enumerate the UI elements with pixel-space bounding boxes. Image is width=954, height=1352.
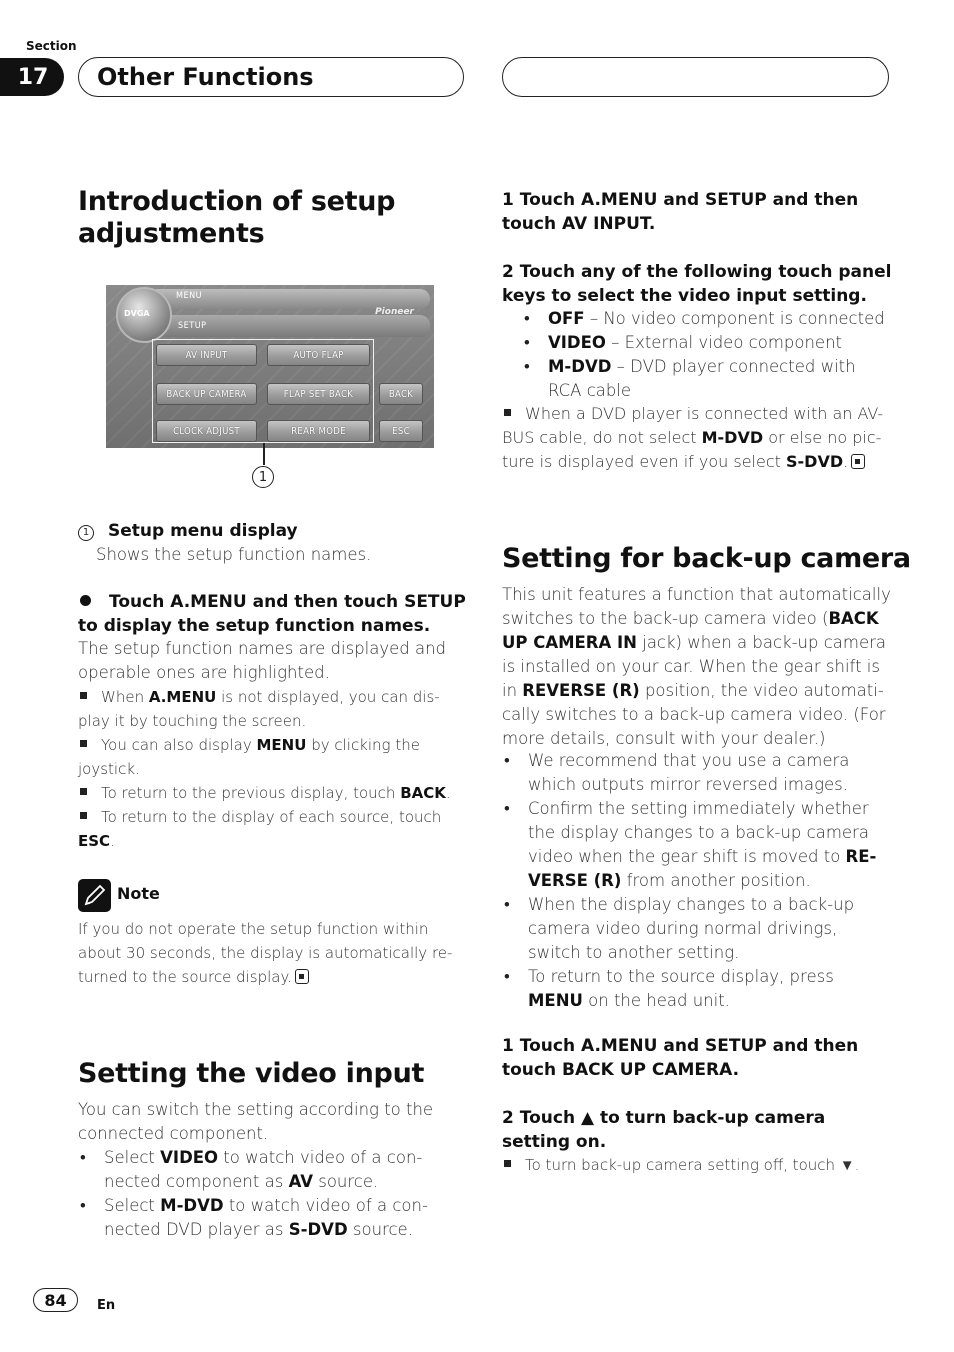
square-bullet-icon xyxy=(80,692,87,699)
section-number-badge: 17 xyxy=(0,58,64,96)
list-item: Select M-DVD to watch video of a con-nec… xyxy=(78,1194,448,1242)
backup-camera-tip: To turn back-up camera setting off, touc… xyxy=(502,1153,894,1177)
callout-desc: Shows the setup function names. xyxy=(96,545,372,564)
backup-camera-step-1: 1 Touch A.MENU and SETUP and then touch … xyxy=(502,1036,859,1080)
video-input-bullets: Select VIDEO to watch video of a con-nec… xyxy=(78,1146,448,1242)
square-bullet-icon xyxy=(504,1160,511,1167)
video-input-warning: When a DVD player is connected with an A… xyxy=(502,404,884,471)
video-input-intro: You can switch the setting according to … xyxy=(78,1100,434,1143)
callout-title: Setup menu display xyxy=(108,521,298,541)
language-label: En xyxy=(97,1298,116,1313)
intro-heading-line2: adjustments xyxy=(78,218,265,249)
av-input-button[interactable]: AV INPUT xyxy=(156,344,257,366)
section-label: Section xyxy=(26,39,77,53)
back-button[interactable]: BACK xyxy=(379,383,423,405)
square-bullet-icon xyxy=(80,740,87,747)
rear-mode-button[interactable]: REAR MODE xyxy=(267,420,370,442)
list-item: Select VIDEO to watch video of a con-nec… xyxy=(78,1146,448,1194)
screen-menu-label: MENU xyxy=(176,291,203,301)
list-item: Confirm the setting immediately whether … xyxy=(502,797,882,893)
callout-number: 1 xyxy=(252,466,274,488)
flap-set-back-button[interactable]: FLAP SET BACK xyxy=(267,383,370,405)
intro-step-title: Touch A.MENU and then touch SETUP to dis… xyxy=(78,592,466,636)
option-video: VIDEO – External video component xyxy=(522,331,892,355)
option-off: OFF – No video component is connected xyxy=(522,307,892,331)
callout-line xyxy=(263,443,265,465)
section-title: Other Functions xyxy=(78,57,464,97)
setup-menu-screenshot: DVGA MENU SETUP Pioneer AV INPUT AUTO FL… xyxy=(106,285,434,448)
tip-item: To return to the display of each source,… xyxy=(78,808,442,850)
intro-tips: When A.MENU is not displayed, you can di… xyxy=(78,685,458,853)
page-number: 84 xyxy=(33,1288,78,1312)
intro-step-body: The setup function names are displayed a… xyxy=(78,639,447,682)
pioneer-brand-logo: Pioneer xyxy=(375,307,414,317)
square-bullet-icon xyxy=(80,788,87,795)
tip-item: To return to the previous display, touch… xyxy=(78,781,458,805)
dvga-logo-icon: DVGA xyxy=(116,287,172,343)
note-pencil-icon xyxy=(78,879,111,912)
callout-description: 1 Setup menu display Shows the setup func… xyxy=(78,519,468,567)
end-of-section-icon xyxy=(295,969,309,984)
list-item: When the display changes to a back-up ca… xyxy=(502,893,882,965)
esc-button[interactable]: ESC xyxy=(379,420,423,442)
backup-camera-bullets: We recommend that you use a camera which… xyxy=(502,749,882,1013)
square-bullet-icon xyxy=(80,812,87,819)
callout-number-inline: 1 xyxy=(78,525,94,541)
tip-item: When A.MENU is not displayed, you can di… xyxy=(78,688,440,730)
backup-camera-step-2: 2 Touch ▲ to turn back-up camera setting… xyxy=(502,1108,826,1152)
list-item: We recommend that you use a camera which… xyxy=(502,749,882,797)
back-up-camera-button[interactable]: BACK UP CAMERA xyxy=(156,383,257,405)
backup-camera-heading: Setting for back-up camera xyxy=(502,543,911,574)
video-input-step-1: 1 Touch A.MENU and SETUP and then touch … xyxy=(502,190,859,234)
note-label: Note xyxy=(117,884,160,903)
video-input-heading: Setting the video input xyxy=(78,1058,425,1089)
square-bullet-icon xyxy=(504,409,511,416)
bullet-dot-icon xyxy=(80,595,91,606)
option-m-dvd: M-DVD – DVD player connected with RCA ca… xyxy=(522,355,892,403)
header-empty-pill xyxy=(502,57,889,97)
tip-item: You can also display MENU by clicking th… xyxy=(78,736,420,778)
video-input-options: OFF – No video component is connected VI… xyxy=(522,307,892,403)
screen-setup-label: SETUP xyxy=(178,321,207,331)
list-item: To return to the source display, press M… xyxy=(502,965,882,1013)
intro-heading-line1: Introduction of setup xyxy=(78,186,396,217)
end-of-section-icon xyxy=(851,454,866,469)
note-text: If you do not operate the setup function… xyxy=(78,920,453,986)
auto-flap-button[interactable]: AUTO FLAP xyxy=(267,344,370,366)
video-input-step-2: 2 Touch any of the following touch panel… xyxy=(502,262,892,306)
intro-heading: Introduction of setup adjustments xyxy=(78,186,395,250)
backup-camera-intro: This unit features a function that autom… xyxy=(502,585,891,748)
clock-adjust-button[interactable]: CLOCK ADJUST xyxy=(156,420,257,442)
